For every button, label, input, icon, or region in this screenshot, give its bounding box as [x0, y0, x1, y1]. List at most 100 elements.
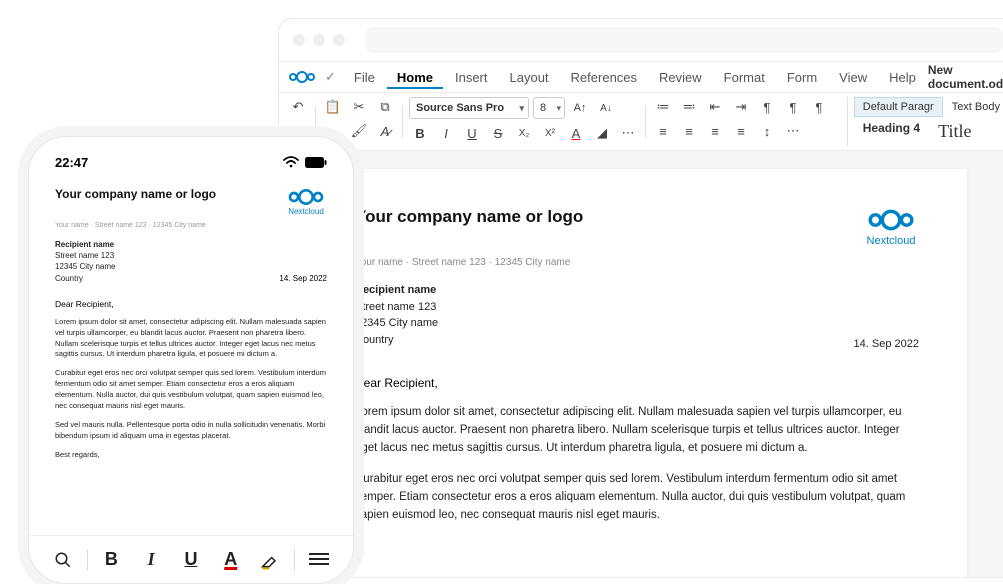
menu-help[interactable]: Help [879, 66, 926, 89]
recipient-name: Recipient name [355, 282, 919, 299]
menu-format[interactable]: Format [714, 66, 775, 89]
m-bold-button[interactable]: B [95, 544, 127, 576]
align-left-button[interactable]: ≡ [652, 121, 674, 141]
m-font-color-button[interactable]: A [215, 544, 247, 576]
body-paragraph-1: Lorem ipsum dolor sit amet, consectetur … [355, 404, 919, 457]
company-logo: Nextcloud [863, 207, 919, 247]
notch [141, 151, 231, 173]
align-justify-button[interactable]: ≡ [730, 121, 752, 141]
style-gallery[interactable]: Default Paragr Text Body Heading 4 Title [847, 97, 1003, 146]
menu-bar: ✓ File Home Insert Layout References Rev… [279, 61, 1003, 93]
menu-layout[interactable]: Layout [500, 66, 559, 89]
align-center-button[interactable]: ≡ [678, 121, 700, 141]
m-para3: Sed vel mauris nulla. Pellentesque porta… [55, 420, 327, 442]
font-size-select[interactable]: 8 [533, 97, 565, 119]
menu-insert[interactable]: Insert [445, 66, 498, 89]
body-paragraph-2: Curabitur eget eros nec orci volutpat se… [355, 471, 919, 524]
m-company-heading: Your company name or logo [55, 187, 216, 201]
salutation: Dear Recipient, [355, 376, 919, 390]
m-logo-caption: Nextcloud [285, 207, 327, 216]
m-italic-button[interactable]: I [135, 544, 167, 576]
subscript-button[interactable]: X₂ [513, 123, 535, 143]
m-recipient-city: 12345 City name [55, 261, 327, 272]
menu-file[interactable]: File [344, 66, 385, 89]
desktop-window: ✓ File Home Insert Layout References Rev… [278, 18, 1003, 578]
menu-view[interactable]: View [829, 66, 877, 89]
m-closing: Best regards, [55, 450, 327, 461]
ltr-button[interactable]: ¶ [756, 97, 778, 117]
strike-button[interactable]: S [487, 123, 509, 143]
company-heading: Your company name or logo [355, 207, 583, 227]
document-page[interactable]: Your company name or logo Nextcloud Your… [307, 169, 967, 578]
m-company-logo: Nextcloud [285, 187, 327, 216]
m-recipient-street: Street name 123 [55, 250, 327, 261]
cut-button[interactable]: ✂ [348, 97, 370, 117]
recipient-street: Street name 123 [355, 299, 919, 316]
style-heading4[interactable]: Heading 4 [854, 117, 929, 146]
window-controls[interactable] [293, 34, 345, 46]
wifi-icon [283, 156, 299, 168]
paste-button[interactable]: 📋 [322, 97, 344, 117]
m-para2: Curabitur eget eros nec orci volutpat se… [55, 368, 327, 412]
align-right-button[interactable]: ≡ [704, 121, 726, 141]
m-sender-address: Your name · Street name 123 · 12345 City… [55, 222, 327, 229]
style-title[interactable]: Title [929, 117, 980, 146]
bullets-button[interactable]: ≔ [652, 97, 674, 117]
m-para1: Lorem ipsum dolor sit amet, consectetur … [55, 317, 327, 361]
bold-button[interactable]: B [409, 123, 431, 143]
menu-form[interactable]: Form [777, 66, 827, 89]
recipient-city: 12345 City name [355, 315, 919, 332]
toolbar: ↶ ↷ 📋 ▾ ✂ ⧉ 🖌 A̷ Source Sans Pro 8 A↑ A↓ [279, 93, 1003, 151]
clock: 22:47 [55, 155, 88, 170]
sender-address-line: Your name · Street name 123 · 12345 City… [355, 257, 919, 268]
url-bar[interactable] [365, 27, 1003, 53]
font-color-button[interactable]: A [565, 123, 587, 143]
grow-font-button[interactable]: A↑ [569, 98, 591, 118]
menu-references[interactable]: References [561, 66, 647, 89]
m-underline-button[interactable]: U [175, 544, 207, 576]
divider [294, 549, 295, 571]
save-check-icon[interactable]: ✓ [325, 69, 336, 85]
document-canvas[interactable]: Your company name or logo Nextcloud Your… [279, 151, 1003, 578]
para-more-button[interactable]: ⋯ [782, 121, 804, 141]
font-family-select[interactable]: Source Sans Pro [409, 97, 529, 119]
underline-button[interactable]: U [461, 123, 483, 143]
undo-button[interactable]: ↶ [287, 97, 309, 117]
highlight-button[interactable]: ◢ [591, 123, 613, 143]
italic-button[interactable]: I [435, 123, 457, 143]
m-search-button[interactable] [47, 544, 79, 576]
letter-date: 14. Sep 2022 [355, 338, 919, 350]
m-recipient-name: Recipient name [55, 239, 327, 250]
nextcloud-logo-icon [287, 69, 317, 85]
divider [87, 549, 88, 571]
line-spacing-button[interactable]: ↕ [756, 121, 778, 141]
mobile-frame: 22:47 Your company name or logo Nextclou… [28, 136, 354, 584]
superscript-button[interactable]: X² [539, 123, 561, 143]
char-more-button[interactable]: ⋯ [617, 123, 639, 143]
max-dot[interactable] [333, 34, 345, 46]
m-letter-date: 14. Sep 2022 [55, 274, 327, 283]
shrink-font-button[interactable]: A↓ [595, 98, 617, 118]
menu-review[interactable]: Review [649, 66, 712, 89]
clear-format-button[interactable]: A̷ [374, 121, 396, 141]
m-salutation: Dear Recipient, [55, 299, 327, 309]
copy-button[interactable]: ⧉ [374, 97, 396, 117]
m-align-button[interactable] [303, 544, 335, 576]
pilcrow-button[interactable]: ¶ [808, 97, 830, 117]
mobile-document[interactable]: Your company name or logo Nextcloud Your… [29, 177, 353, 527]
style-default[interactable]: Default Paragr [854, 97, 943, 117]
min-dot[interactable] [313, 34, 325, 46]
status-bar: 22:47 [29, 137, 353, 177]
format-paint-button[interactable]: 🖌 [348, 121, 370, 141]
menu-home[interactable]: Home [387, 66, 443, 89]
logo-caption: Nextcloud [863, 235, 919, 247]
rtl-button[interactable]: ¶ [782, 97, 804, 117]
numbering-button[interactable]: ≕ [678, 97, 700, 117]
m-highlight-button[interactable] [254, 544, 286, 576]
window-titlebar [279, 19, 1003, 61]
indent-button[interactable]: ⇥ [730, 97, 752, 117]
style-textbody[interactable]: Text Body [943, 97, 1003, 117]
outdent-button[interactable]: ⇤ [704, 97, 726, 117]
close-dot[interactable] [293, 34, 305, 46]
battery-icon [305, 157, 327, 168]
